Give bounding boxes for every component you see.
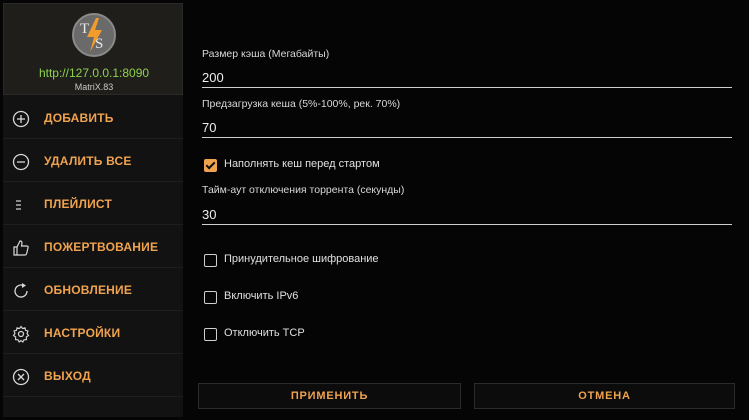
apply-button[interactable]: ПРИМЕНИТЬ [198,383,461,409]
ipv6-label: Включить IPv6 [224,290,299,302]
menu-item-delete-all[interactable]: УДАЛИТЬ ВСЕ [3,140,183,182]
force-encrypt-label: Принудительное шифрование [224,253,379,265]
refresh-icon [12,282,30,300]
menu-item-playlist[interactable]: ПЛЕЙЛИСТ [3,183,183,225]
cache-size-input[interactable]: 200 [202,70,732,88]
preload-input[interactable]: 70 [202,120,732,138]
ipv6-checkbox[interactable] [204,291,217,304]
menu-label: УДАЛИТЬ ВСЕ [44,154,132,168]
cancel-button[interactable]: ОТМЕНА [474,383,735,409]
menu-label: ПОЖЕРТВОВАНИЕ [44,240,159,254]
list-icon [12,196,30,214]
force-encrypt-checkbox[interactable] [204,254,217,267]
thumbs-up-icon [12,239,30,257]
svg-text:T: T [80,21,89,37]
disable-tcp-checkbox[interactable] [204,328,217,341]
minus-circle-icon [12,153,30,171]
menu-item-update[interactable]: ОБНОВЛЕНИЕ [3,269,183,311]
gear-icon [12,325,30,343]
cache-size-label: Размер кэша (Мегабайты) [202,48,330,60]
disable-tcp-label: Отключить TCP [224,327,305,339]
timeout-input[interactable]: 30 [202,207,732,225]
timeout-label: Тайм-аут отключения торрента (секунды) [202,184,405,196]
menu-item-settings[interactable]: НАСТРОЙКИ [3,312,183,354]
menu-item-exit[interactable]: ВЫХОД [3,355,183,397]
fill-cache-checkbox[interactable] [204,159,217,172]
menu-item-donate[interactable]: ПОЖЕРТВОВАНИЕ [3,226,183,268]
server-name: MatriX.83 [74,82,114,92]
menu-item-add[interactable]: ДОБАВИТЬ [3,97,183,139]
server-url[interactable]: http://127.0.0.1:8090 [4,66,184,80]
close-circle-icon [12,368,30,386]
torrserver-logo: T S [72,13,116,57]
menu-label: ОБНОВЛЕНИЕ [44,283,133,297]
menu-label: ДОБАВИТЬ [44,111,114,125]
fill-cache-label: Наполнять кеш перед стартом [224,158,380,170]
plus-circle-icon [12,110,30,128]
menu-label: ВЫХОД [44,369,91,383]
server-header: T S http://127.0.0.1:8090 MatriX.83 [3,3,183,95]
menu-label: ПЛЕЙЛИСТ [44,197,113,211]
preload-label: Предзагрузка кеша (5%-100%, рек. 70%) [202,98,401,110]
menu-label: НАСТРОЙКИ [44,326,121,340]
